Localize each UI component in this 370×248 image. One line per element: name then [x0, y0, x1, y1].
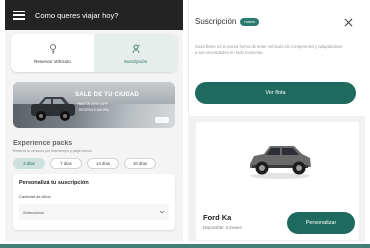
years-select[interactable]: Seleccionar [19, 204, 169, 220]
close-icon[interactable] [344, 18, 353, 27]
tab-label: Reservar Vehículo [34, 58, 71, 64]
banner-cta: RESERVÁ AHORA [79, 108, 109, 112]
pill-7-dias[interactable]: 7 días [50, 158, 82, 169]
vehicle-availability: Disponible: 3 meses [203, 225, 242, 230]
card-title: Personalizá tu suscripción [19, 180, 89, 186]
brand-logo [155, 117, 169, 123]
drawer-header: Suscripción nuevo [195, 17, 260, 26]
drawer-description: Suscribirse es la nueva forma de tener v… [195, 44, 343, 55]
pill-30-dias[interactable]: 30 días [124, 158, 156, 169]
vehicle-name: Ford Ka [203, 213, 232, 222]
duration-pills: 3 días 7 días 14 días 30 días [13, 158, 183, 169]
personalizar-button[interactable]: Personalizar [287, 212, 355, 234]
field-label: Cantidad de Años [19, 194, 51, 199]
page-title: Como queres viajar hoy? [35, 10, 119, 20]
personalize-card: Personalizá tu suscripción Cantidad de A… [13, 174, 175, 230]
ver-flota-button[interactable]: Ver flota [195, 82, 356, 104]
mode-selector: Reservar Vehículo Suscripción [11, 34, 177, 72]
pill-14-dias[interactable]: 14 días [87, 158, 119, 169]
subscription-drawer: Suscripción nuevo Suscribirse es la nuev… [188, 0, 365, 242]
section-title: Experience packs [13, 140, 73, 147]
section-subtitle: Reservá tu vehículo por más tiempo y pag… [13, 149, 92, 153]
vehicle-card[interactable]: Ford Ka Disponible: 3 meses Personalizar [196, 122, 359, 240]
bottom-accent-bar [0, 244, 370, 248]
tab-suscripcion[interactable]: Suscripción [94, 34, 177, 72]
pill-3-dias[interactable]: 3 días [13, 158, 45, 169]
car-image [31, 97, 75, 121]
banner-headline: SALE DE TU CIUDAD [75, 92, 140, 98]
car-key-icon [49, 43, 56, 53]
select-value: Seleccionar [23, 209, 44, 215]
promo-banner[interactable]: SALE DE TU CIUDAD HASTA 20% OFF RESERVÁ … [13, 82, 175, 128]
drawer-title: Suscripción [195, 17, 237, 26]
subscription-icon [132, 44, 140, 53]
chevron-down-icon [159, 210, 165, 214]
app-screen: Como queres viajar hoy? Reservar Vehícul… [5, 0, 183, 242]
vehicle-image [250, 146, 311, 179]
top-bar: Como queres viajar hoy? [5, 0, 183, 30]
menu-icon[interactable] [13, 10, 25, 20]
tab-label: Suscripción [123, 58, 148, 64]
new-badge: nuevo [240, 17, 260, 26]
tab-reservar-vehiculo[interactable]: Reservar Vehículo [11, 34, 94, 72]
banner-subline: HASTA 20% OFF [77, 101, 109, 106]
